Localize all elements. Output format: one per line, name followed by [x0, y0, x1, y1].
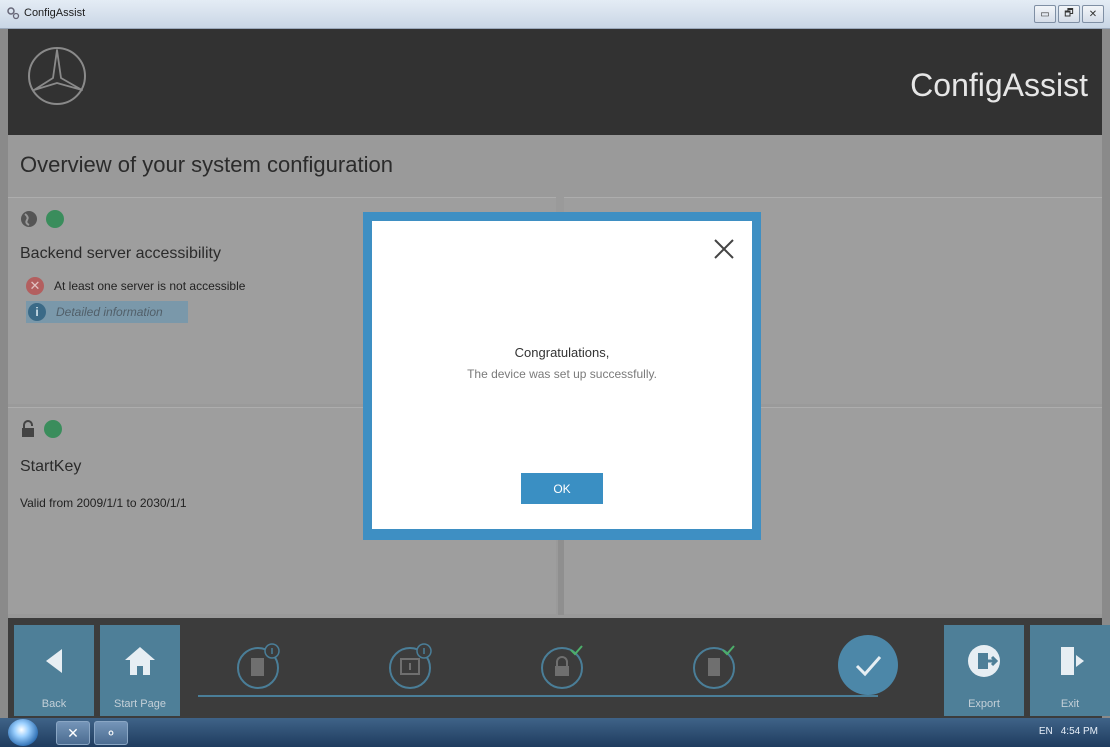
dialog-frame: Congratulations, The device was set up s… — [363, 212, 761, 540]
dialog-title: Congratulations, — [514, 345, 610, 360]
dialog-message: The device was set up successfully. — [467, 367, 657, 381]
ok-button[interactable]: OK — [521, 473, 603, 504]
modal-overlay: Congratulations, The device was set up s… — [0, 0, 1110, 747]
success-dialog: Congratulations, The device was set up s… — [372, 221, 752, 529]
close-icon[interactable] — [712, 237, 736, 261]
